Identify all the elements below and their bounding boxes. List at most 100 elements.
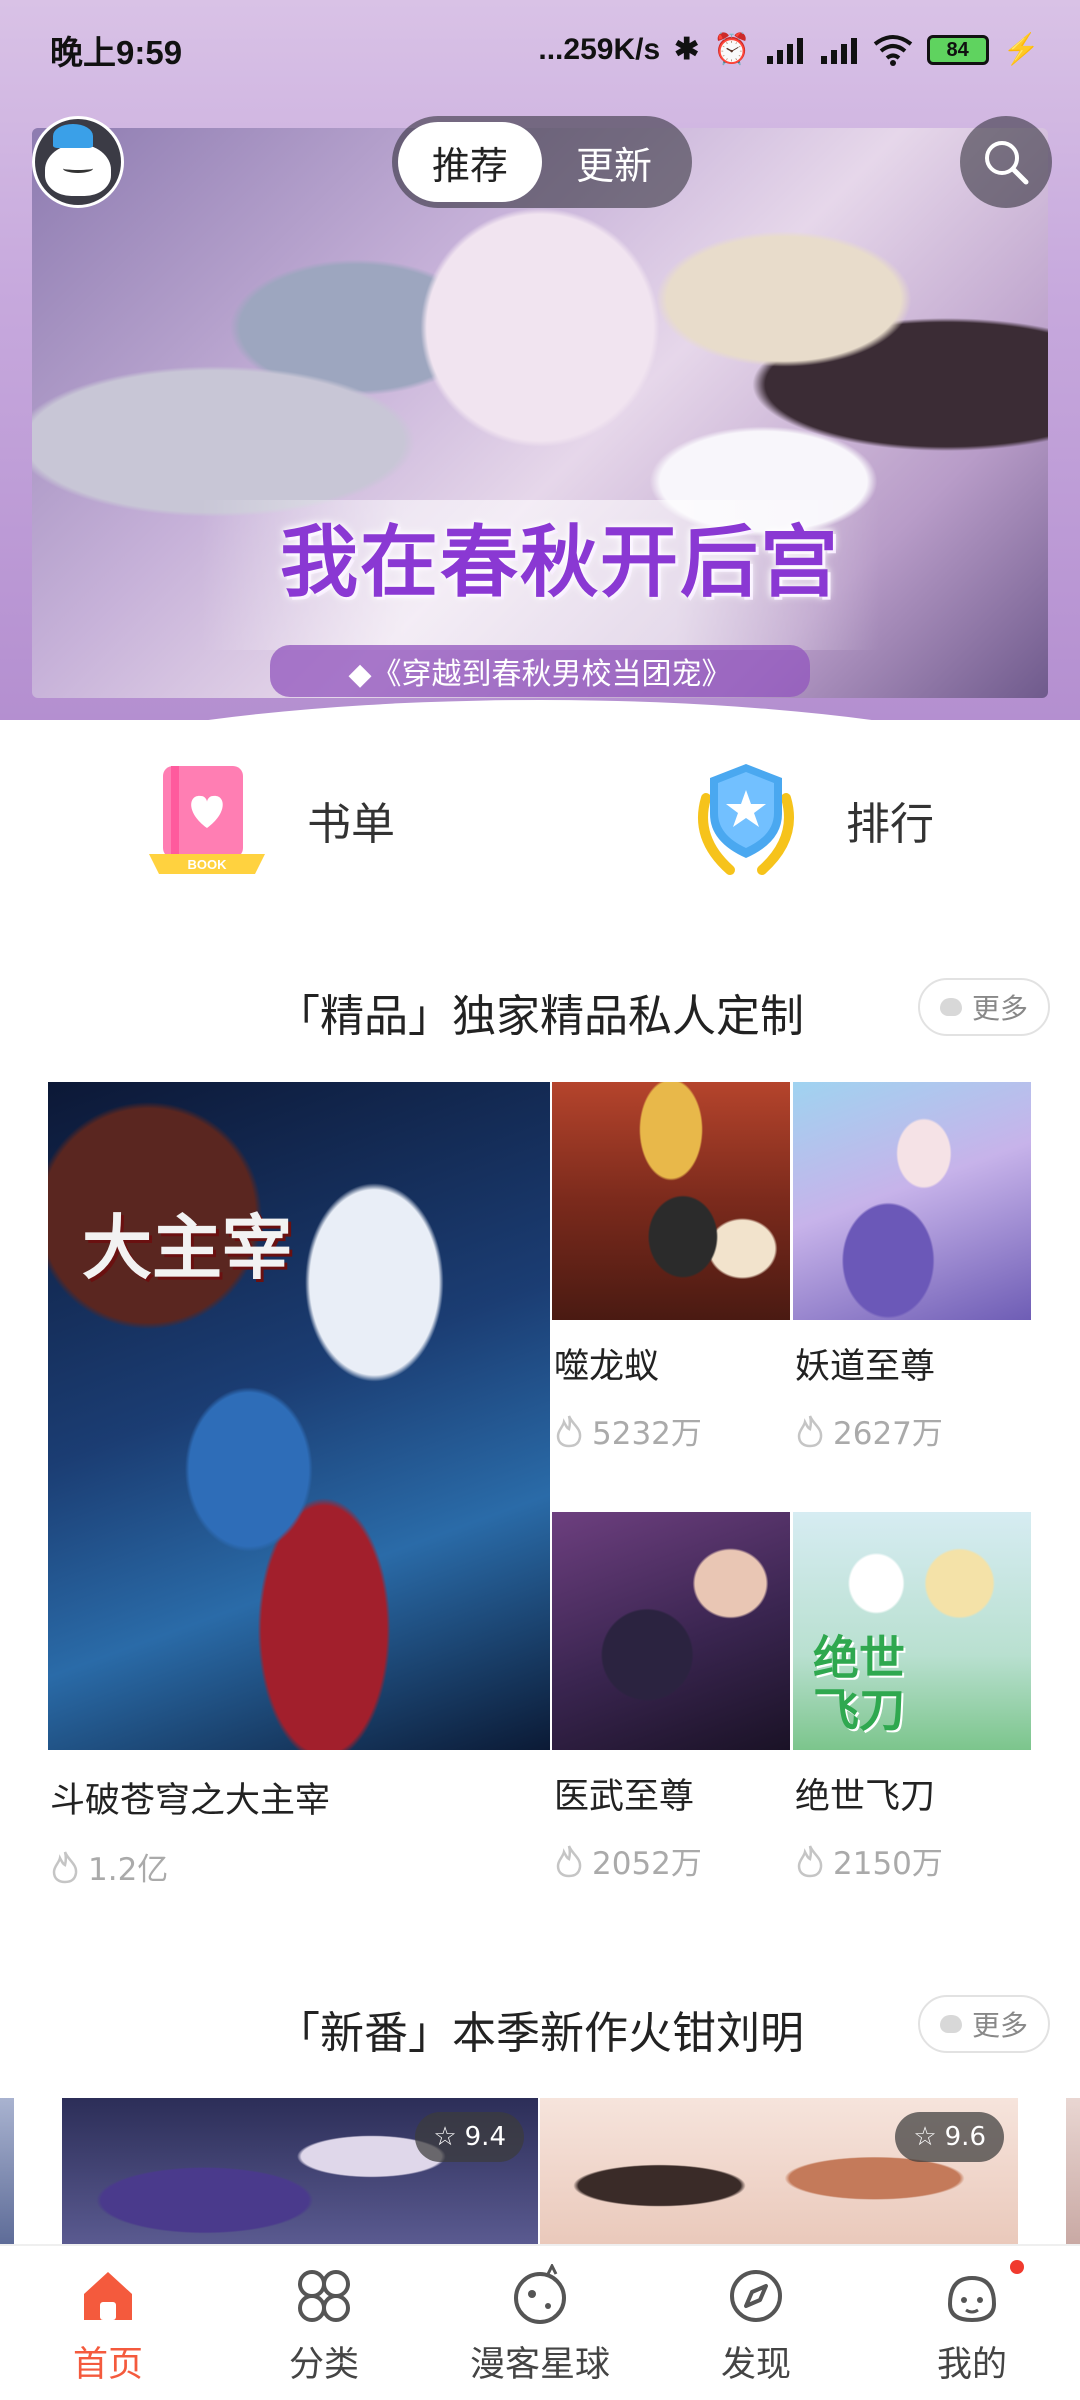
- mascot-avatar: [45, 124, 111, 196]
- comic-cover: [552, 1512, 790, 1750]
- comic-title: 医武至尊: [554, 1777, 695, 1817]
- carousel-edge-right: [1066, 2098, 1080, 2244]
- comic-cover: ☆ 9.4: [62, 2098, 538, 2244]
- category-icon: [298, 2270, 350, 2322]
- comic-heat: 2150万: [795, 1838, 943, 1883]
- banner-bottom-curve: [0, 700, 1080, 720]
- comic-title: 妖道至尊: [795, 1347, 936, 1387]
- quick-entry-label: 书单: [307, 799, 395, 850]
- comic-title: 噬龙蚁: [554, 1347, 660, 1387]
- feed-tab-switch: 推荐 更新: [392, 116, 692, 208]
- tab-recommend[interactable]: 推荐: [398, 122, 542, 202]
- book-label: BOOK: [188, 857, 228, 872]
- home-icon: [84, 2272, 132, 2320]
- comic-card[interactable]: 噬龙蚁 5232万: [552, 1082, 790, 1462]
- quick-entry-row: BOOK 书单 排行: [0, 745, 1080, 895]
- tab-updates[interactable]: 更新: [542, 122, 686, 202]
- nav-label: 发现: [720, 2345, 791, 2385]
- comic-cover: 绝世飞刀: [793, 1512, 1031, 1750]
- rating-value: 9.4: [464, 2122, 506, 2152]
- quick-entry-booklist[interactable]: BOOK 书单: [145, 745, 395, 895]
- rating-value: 9.6: [944, 2122, 986, 2152]
- nav-category[interactable]: 分类: [216, 2246, 432, 2400]
- quick-entry-ranking[interactable]: 排行: [684, 745, 934, 895]
- banner-title: 我在春秋开后宫: [279, 517, 840, 608]
- user-avatar[interactable]: [32, 116, 124, 208]
- comic-cover: [793, 1082, 1031, 1320]
- rating-badge: ☆ 9.4: [415, 2112, 524, 2162]
- more-button[interactable]: 更多: [918, 978, 1050, 1036]
- heat-value: 5232万: [592, 1416, 702, 1452]
- ranking-shield-icon: [698, 764, 794, 875]
- comic-heat: 2052万: [554, 1838, 702, 1883]
- bottom-navigation: 首页 分类 漫客星球 发现 我的: [0, 2244, 1080, 2400]
- heat-value: 1.2亿: [88, 1852, 169, 1888]
- nav-label: 我的: [936, 2345, 1007, 2385]
- compass-icon: [730, 2270, 782, 2322]
- flame-icon: [556, 1414, 582, 1447]
- new-series-carousel[interactable]: ☆ 9.4 ☆ 9.6: [0, 2098, 1080, 2244]
- comic-heat: 1.2亿: [50, 1844, 168, 1889]
- comic-title: 斗破苍穹之大主宰: [50, 1781, 331, 1821]
- status-bar: 晚上9:59 ...259K/s ✱ ⏰ 84 ⚡: [0, 0, 1080, 100]
- mascot-icon: [947, 2275, 997, 2323]
- cloud-icon: [939, 998, 962, 1016]
- book-list-icon: BOOK: [149, 766, 265, 874]
- comic-card[interactable]: 绝世飞刀 绝世飞刀 2150万: [793, 1512, 1031, 1892]
- heat-value: 2627万: [833, 1416, 943, 1452]
- status-time: 晚上9:59: [50, 34, 183, 71]
- hero-banner[interactable]: 我在春秋开后宫 ◆《穿越到春秋男校当团宠》: [0, 0, 1080, 720]
- flame-icon: [797, 1844, 823, 1877]
- comic-cover: [552, 1082, 790, 1320]
- comic-cover: ☆ 9.6: [540, 2098, 1018, 2244]
- comic-card[interactable]: 医武至尊 2052万: [552, 1512, 790, 1892]
- comic-card-large[interactable]: 大主宰 斗破苍穹之大主宰 1.2亿: [48, 1082, 550, 1902]
- signal-hd-icon: [820, 38, 857, 64]
- network-speed: ...259K/s: [538, 33, 661, 66]
- banner-subtitle: ◆《穿越到春秋男校当团宠》: [270, 645, 810, 697]
- battery-icon: 84: [926, 35, 989, 65]
- comic-cover: 大主宰: [48, 1082, 550, 1750]
- carousel-edge-left: [0, 2098, 14, 2244]
- comic-heat: 5232万: [554, 1408, 702, 1453]
- more-button[interactable]: 更多: [918, 1995, 1050, 2053]
- nav-discover[interactable]: 发现: [648, 2246, 864, 2400]
- comic-card[interactable]: ☆ 9.4: [62, 2098, 538, 2244]
- bluetooth-icon: ✱: [674, 33, 700, 66]
- more-label: 更多: [971, 2009, 1028, 2042]
- flame-icon: [52, 1850, 78, 1883]
- section-header-premium: 「精品」独家精品私人定制 更多: [0, 970, 1080, 1050]
- signal-hd-icon: [766, 38, 803, 64]
- alarm-icon: ⏰: [713, 33, 751, 66]
- section-header-new: 「新番」本季新作火钳刘明 更多: [0, 1987, 1080, 2067]
- more-label: 更多: [971, 992, 1028, 1025]
- comic-card[interactable]: ☆ 9.6: [540, 2098, 1018, 2244]
- planet-icon: [514, 2264, 566, 2324]
- cover-title-art: 大主宰: [82, 1206, 292, 1289]
- wifi-icon: [873, 35, 912, 66]
- status-icons: ...259K/s ✱ ⏰ 84 ⚡: [538, 33, 1040, 67]
- charging-icon: ⚡: [1002, 33, 1040, 66]
- cover-title-art: 绝世飞刀: [813, 1631, 905, 1737]
- heat-value: 2052万: [592, 1846, 702, 1882]
- search-button[interactable]: [960, 116, 1052, 208]
- search-icon: [985, 141, 1029, 185]
- quick-entry-label: 排行: [846, 799, 934, 850]
- rating-badge: ☆ 9.6: [895, 2112, 1004, 2162]
- star-icon: ☆: [913, 2122, 937, 2152]
- nav-home[interactable]: 首页: [0, 2246, 216, 2400]
- nav-label: 漫客星球: [469, 2345, 610, 2385]
- comic-heat: 2627万: [795, 1408, 943, 1453]
- flame-icon: [556, 1844, 582, 1877]
- notification-badge: [1010, 2260, 1024, 2274]
- heat-value: 2150万: [833, 1846, 943, 1882]
- cloud-icon: [939, 2015, 962, 2033]
- nav-label: 分类: [288, 2345, 359, 2385]
- nav-label: 首页: [72, 2345, 143, 2385]
- comic-title: 绝世飞刀: [795, 1777, 936, 1817]
- flame-icon: [797, 1414, 823, 1447]
- nav-planet[interactable]: 漫客星球: [432, 2246, 648, 2400]
- nav-mine[interactable]: 我的: [864, 2246, 1080, 2400]
- comic-card[interactable]: 妖道至尊 2627万: [793, 1082, 1031, 1462]
- star-icon: ☆: [433, 2122, 457, 2152]
